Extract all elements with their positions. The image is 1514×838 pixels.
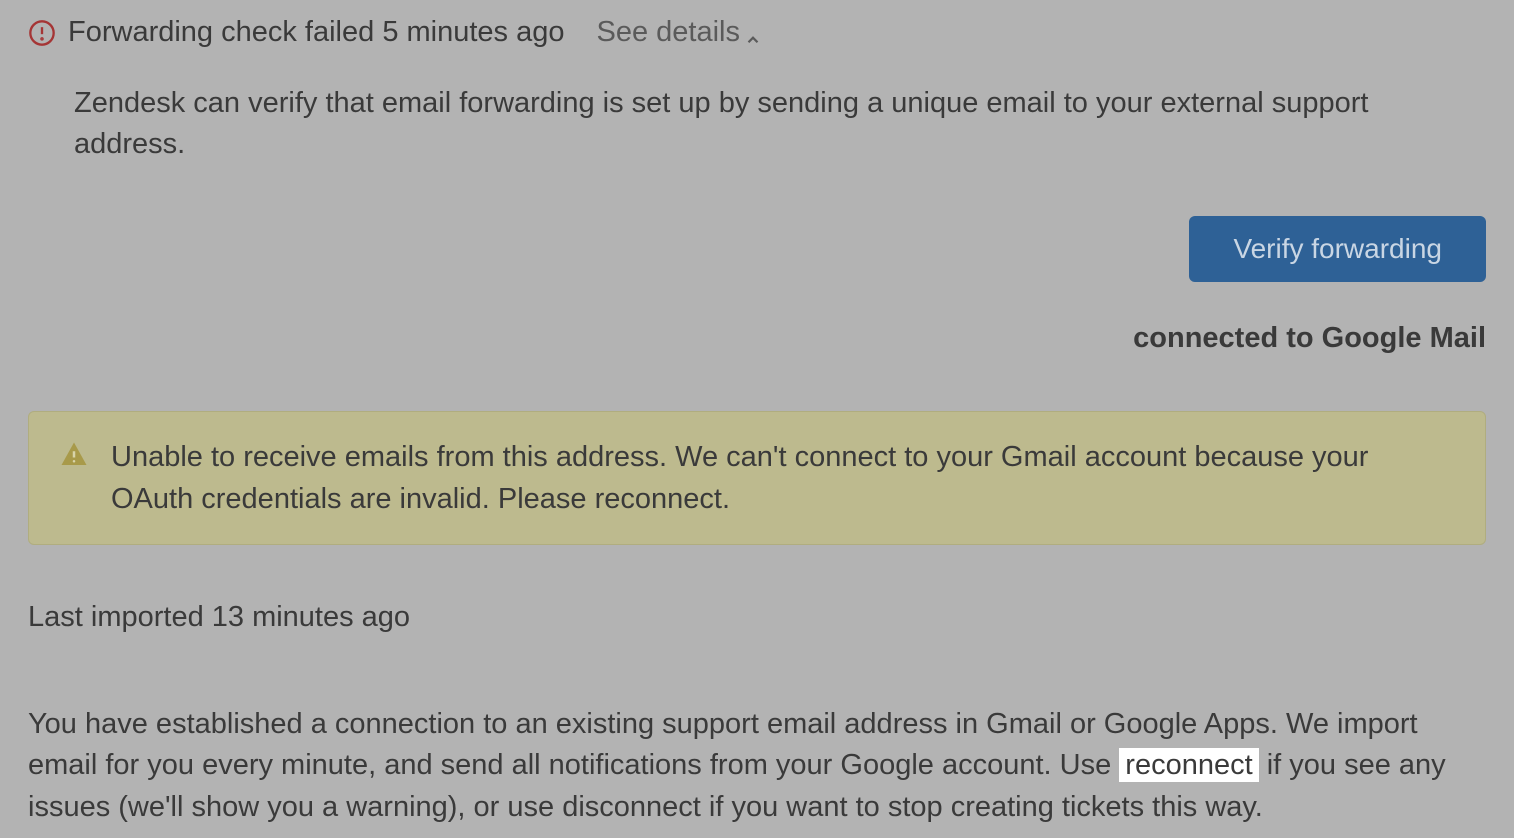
- connected-status-label: connected to Google Mail: [1133, 322, 1486, 355]
- connection-info-text: You have established a connection to an …: [0, 644, 1514, 838]
- status-header-row: Forwarding check failed 5 minutes ago Se…: [0, 0, 1514, 59]
- see-details-toggle[interactable]: See details: [596, 16, 762, 49]
- verify-forwarding-button[interactable]: Verify forwarding: [1189, 216, 1486, 282]
- warning-triangle-icon: [59, 440, 89, 470]
- warning-message: Unable to receive emails from this addre…: [111, 436, 1455, 520]
- forwarding-description: Zendesk can verify that email forwarding…: [0, 59, 1514, 174]
- warning-banner: Unable to receive emails from this addre…: [28, 411, 1486, 545]
- chevron-up-icon: [744, 24, 762, 42]
- last-imported-text: Last imported 13 minutes ago: [0, 555, 1514, 644]
- status-text: Forwarding check failed 5 minutes ago: [68, 16, 564, 49]
- connected-row: connected to Google Mail: [0, 292, 1514, 365]
- see-details-label: See details: [596, 16, 740, 49]
- button-row: Verify forwarding: [0, 174, 1514, 292]
- alert-circle-icon: [28, 19, 56, 47]
- reconnect-highlight[interactable]: reconnect: [1119, 748, 1258, 782]
